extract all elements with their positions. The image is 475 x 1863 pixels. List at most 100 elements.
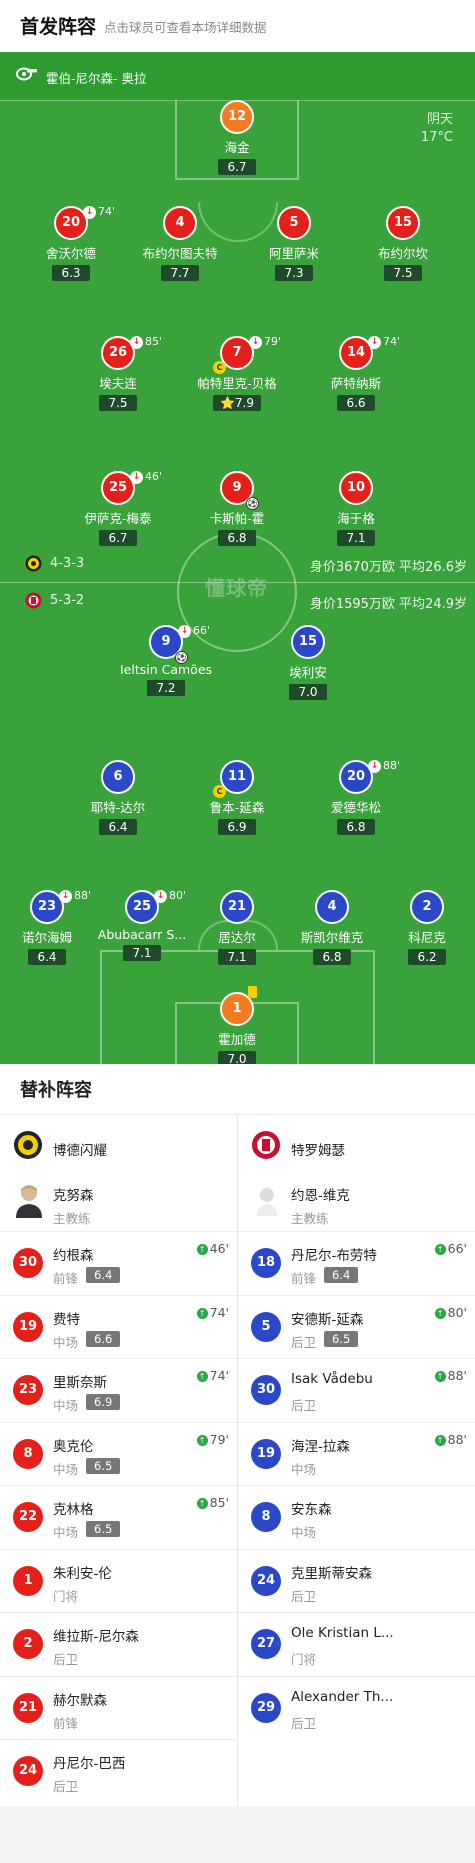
away-coach-row[interactable]: 约恩-维克 主教练 <box>238 1170 475 1230</box>
player-number: 9 ↓ 66' ⚽ <box>149 624 210 664</box>
away-player-20[interactable]: 20 ↓ 88' 爱德华松 6.8 <box>301 759 411 835</box>
sub-off-marker: ↓ 74' <box>368 327 400 357</box>
player-name: 里斯奈斯 <box>53 1375 107 1391</box>
away-player-1[interactable]: 1 霍加德 7.0 <box>182 986 292 1064</box>
away-player-9[interactable]: 9 ↓ 66' ⚽ Ieltsin Camões 7.2 <box>111 624 221 696</box>
pitch: 霍伯-尼尔森- 奥拉 阴天 17°C 懂球帝 4-3-3 身价3670万欧 平均… <box>0 52 475 1064</box>
player-position: 门将 <box>291 1652 317 1667</box>
player-number: 7 ↓ 79' C <box>213 335 281 374</box>
player-number: 22 <box>13 1502 43 1532</box>
weather-temp: 17°C <box>420 130 453 145</box>
substitute-row[interactable]: 8 奥克伦 中场 6.5 ↑ 79' <box>0 1421 237 1485</box>
substitute-row[interactable]: 22 克林格 中场 6.5 ↑ 85' <box>0 1485 237 1548</box>
player-number: 4 <box>315 890 349 924</box>
sub-on-icon: ↑ <box>434 1371 446 1382</box>
coach-name: 约恩-维克 <box>291 1188 350 1204</box>
away-player-11[interactable]: 11 C 鲁本-延森 6.9 <box>182 760 292 835</box>
substitute-row[interactable]: 27 Ole Kristian L... 门将 <box>238 1612 475 1675</box>
player-rating: 7.3 <box>275 265 313 281</box>
player-number: 30 <box>251 1375 281 1405</box>
sub-on-marker: ↑ 85' <box>196 1495 229 1510</box>
player-name: 丹尼尔-巴西 <box>53 1756 126 1772</box>
player-number: 1 <box>220 986 257 1026</box>
sub-on-marker: ↑ 46' <box>196 1241 229 1256</box>
away-player-4[interactable]: 4 斯凯尔维克 6.8 <box>277 890 387 965</box>
player-rating: 6.3 <box>52 265 90 281</box>
home-player-20[interactable]: 20 ↓ 74' 舍沃尔德 6.3 <box>16 205 126 281</box>
player-rating: 6.4 <box>324 1267 359 1283</box>
sub-on-marker: ↑ 88' <box>434 1432 467 1447</box>
away-team-name: 特罗姆瑟 <box>291 1143 345 1159</box>
substitute-row[interactable]: 5 安德斯-延森 后卫 6.5 ↑ 80' <box>238 1294 475 1358</box>
player-number: 30 <box>13 1248 43 1278</box>
away-player-6[interactable]: 6 耶特-达尔 6.4 <box>63 760 173 835</box>
goal-ball-icon: ⚽ <box>175 651 188 664</box>
substitute-row[interactable]: 2 维拉斯-尼尔森 后卫 <box>0 1612 237 1675</box>
sub-on-icon: ↑ <box>196 1434 208 1446</box>
away-formation: 5-3-2 <box>25 592 84 609</box>
player-number: 8 <box>13 1438 43 1469</box>
sub-on-icon: ↑ <box>434 1307 446 1319</box>
away-formation-text: 5-3-2 <box>50 593 85 608</box>
coach-photo <box>14 1180 44 1218</box>
player-position: 中场 <box>53 1334 79 1350</box>
home-team-logo-icon <box>25 555 42 572</box>
away-player-21[interactable]: 21 居达尔 7.1 <box>182 890 292 965</box>
sub-off-icon: ↓ <box>83 205 96 219</box>
player-number: 20 ↓ 88' <box>339 759 400 794</box>
substitute-row[interactable]: 19 费特 中场 6.6 ↑ 74' <box>0 1294 237 1358</box>
home-player-5[interactable]: 5 阿里萨米 7.3 <box>239 206 349 281</box>
home-player-25[interactable]: 25 ↓ 46' 伊萨克-梅泰 6.7 <box>63 470 173 546</box>
player-rating: 6.4 <box>86 1267 121 1283</box>
player-position: 门将 <box>53 1588 79 1604</box>
substitute-row[interactable]: 19 海涅-拉森 中场 ↑ 88' <box>238 1421 475 1485</box>
page-subtitle: 点击球员可查看本场详细数据 <box>104 20 267 35</box>
home-coach-row[interactable]: 克努森 主教练 <box>0 1170 237 1230</box>
player-position: 后卫 <box>53 1779 79 1794</box>
player-number: 24 <box>251 1565 281 1596</box>
sub-off-icon: ↓ <box>130 335 143 349</box>
away-team-row[interactable]: 特罗姆瑟 <box>238 1114 475 1169</box>
substitute-row[interactable]: 18 丹尼尔-布劳特 前锋 6.4 ↑ 66' <box>238 1231 475 1294</box>
home-player-4[interactable]: 4 布约尔图夫特 7.7 <box>125 206 235 281</box>
player-name: 爱德华松 <box>330 800 381 815</box>
home-player-10[interactable]: 10 海于格 7.1 <box>301 471 411 546</box>
player-name: 鲁本-延森 <box>209 800 265 815</box>
home-player-7[interactable]: 7 ↓ 79' C 帕特里克-贝格 ⭐7.9 <box>182 335 292 411</box>
away-player-2[interactable]: 2 科尼克 6.2 <box>372 890 475 965</box>
home-team-row[interactable]: 博德闪耀 <box>0 1114 237 1169</box>
player-name: 朱利安-伦 <box>53 1565 112 1582</box>
home-player-9[interactable]: 9 ⚽ 卡斯帕-霍 6.8 <box>182 471 292 546</box>
player-rating: 7.1 <box>218 949 256 965</box>
sub-on-icon: ↑ <box>434 1244 446 1255</box>
substitute-row[interactable]: 1 朱利安-伦 门将 <box>0 1548 237 1612</box>
sub-on-icon: ↑ <box>196 1498 208 1509</box>
substitute-row[interactable]: 30 Isak Vådebu 后卫 ↑ 88' <box>238 1358 475 1421</box>
home-player-12[interactable]: 12 海金 6.7 <box>182 100 292 175</box>
player-rating: 6.5 <box>86 1521 121 1537</box>
home-player-15[interactable]: 15 布约尔坎 7.5 <box>348 206 458 281</box>
sub-on-marker: ↑ 74' <box>196 1368 229 1383</box>
sub-off-icon: ↓ <box>368 759 381 773</box>
substitute-row[interactable]: 24 丹尼尔-巴西 后卫 <box>0 1739 237 1802</box>
substitute-row[interactable]: 23 里斯奈斯 中场 6.9 ↑ 74' <box>0 1358 237 1421</box>
player-name: Ieltsin Camões <box>119 662 213 677</box>
sub-on-icon: ↑ <box>196 1307 208 1319</box>
away-player-25[interactable]: 25 ↓ 80' Abubacarr S... 7.1 <box>87 889 197 961</box>
sub-off-marker: ↓ 66' <box>178 616 210 646</box>
player-number: 11 C <box>213 760 254 798</box>
home-player-14[interactable]: 14 ↓ 74' 萨特纳斯 6.6 <box>301 335 411 411</box>
away-player-15[interactable]: 15 埃利安 7.0 <box>253 625 363 700</box>
substitute-row[interactable]: 29 Alexander Th... 后卫 <box>238 1675 475 1739</box>
substitute-row[interactable]: 24 克里斯蒂安森 后卫 <box>238 1548 475 1612</box>
player-name: 费特 <box>53 1311 80 1328</box>
goal-ball-icon: ⚽ <box>246 497 259 510</box>
substitute-row[interactable]: 30 约根森 前锋 6.4 ↑ 46' <box>0 1231 237 1294</box>
substitute-row[interactable]: 21 赫尔默森 前锋 <box>0 1675 237 1739</box>
home-player-26[interactable]: 26 ↓ 85' 埃夫连 7.5 <box>63 335 173 411</box>
player-name: 伊萨克-梅泰 <box>84 511 152 526</box>
player-rating: 6.7 <box>218 159 256 175</box>
substitute-row[interactable]: 8 安东森 中场 <box>238 1485 475 1548</box>
player-name: 阿里萨米 <box>268 246 319 261</box>
player-position: 中场 <box>53 1461 79 1477</box>
